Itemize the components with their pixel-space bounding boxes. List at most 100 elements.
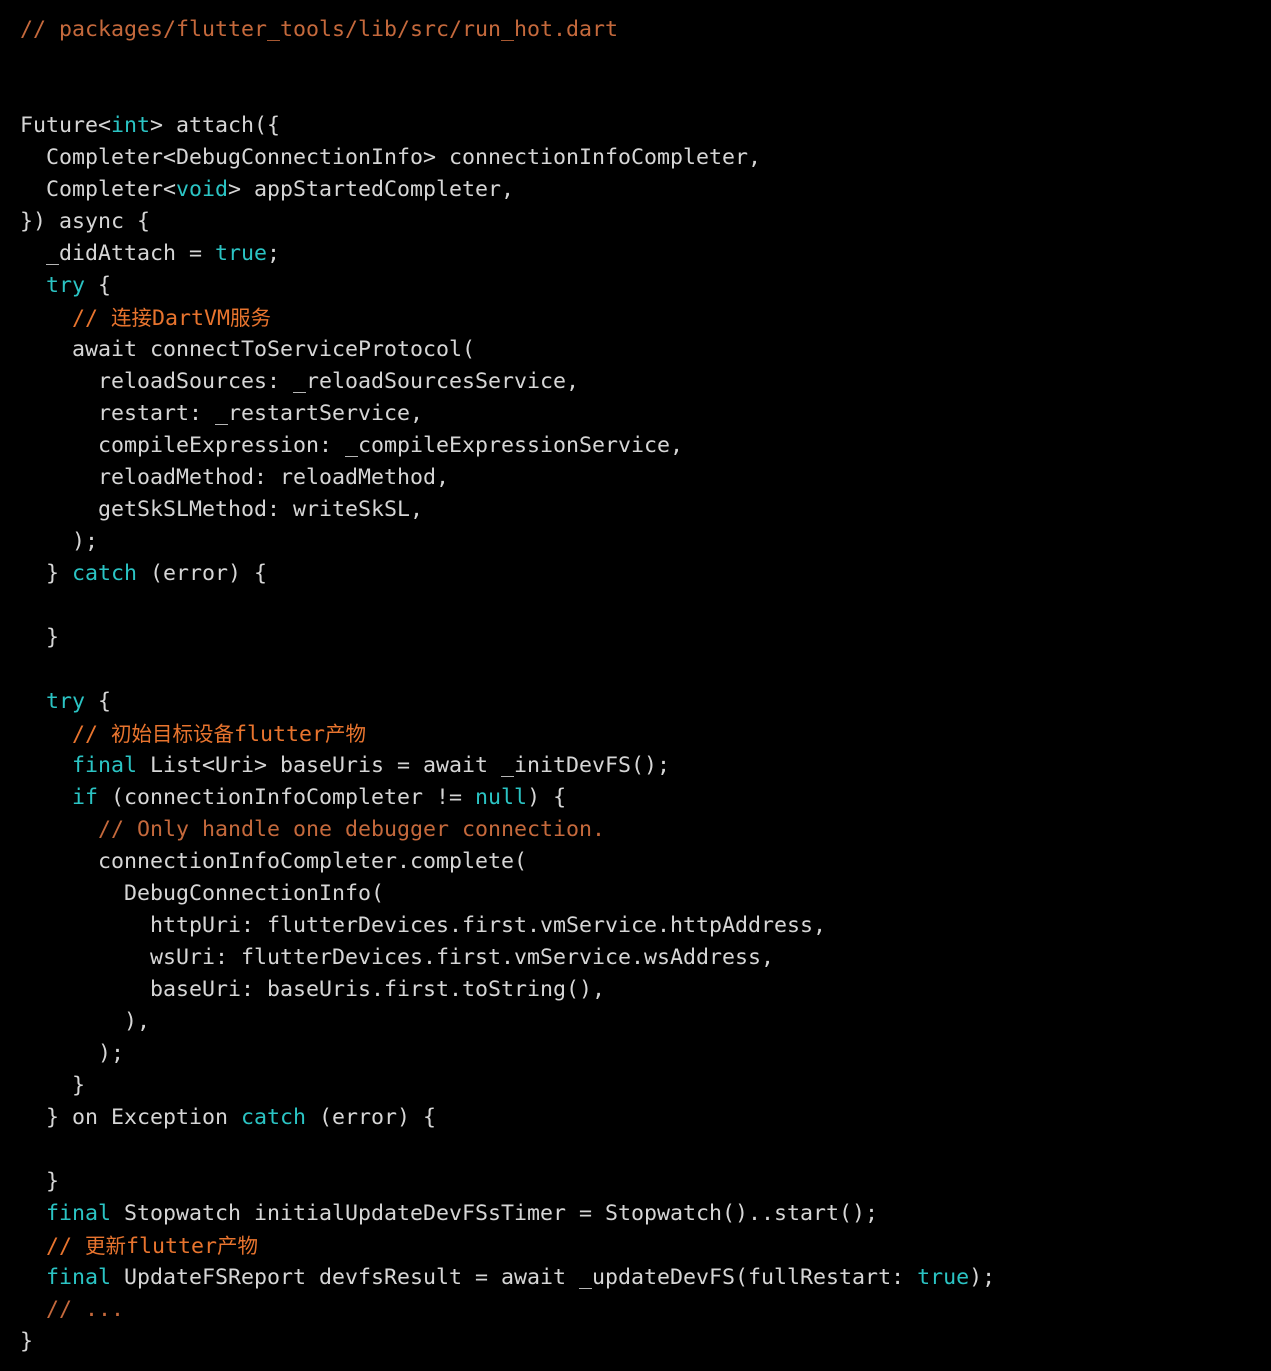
code-token: flutter <box>234 722 326 747</box>
code-line: ); <box>0 526 1271 558</box>
code-line: try { <box>0 270 1271 302</box>
code-token: UpdateFSReport devfsResult = await _upda… <box>111 1265 918 1290</box>
code-line: } on Exception catch (error) { <box>0 1102 1271 1134</box>
code-line: _didAttach = true; <box>0 238 1271 270</box>
code-token: final <box>46 1201 112 1226</box>
code-token: try <box>46 689 86 714</box>
code-token: { <box>85 689 112 714</box>
code-token: List<Uri> baseUris = await _initDevFS(); <box>137 753 671 778</box>
code-line: httpUri: flutterDevices.first.vmService.… <box>0 910 1271 942</box>
code-token: catch <box>72 561 138 586</box>
code-token: } <box>20 1169 60 1194</box>
code-token: DartVM <box>152 306 231 331</box>
code-token: // Only handle one debugger connection. <box>20 817 606 842</box>
code-line: final UpdateFSReport devfsResult = await… <box>0 1262 1271 1294</box>
code-token: null <box>475 785 528 810</box>
code-line: final Stopwatch initialUpdateDevFSsTimer… <box>0 1198 1271 1230</box>
code-token: final <box>46 1265 112 1290</box>
code-token: restart: _restartService, <box>20 401 424 426</box>
code-line: // 连接DartVM服务 <box>0 302 1271 334</box>
code-line: await connectToServiceProtocol( <box>0 334 1271 366</box>
code-token: } on Exception <box>20 1105 242 1130</box>
code-token: ) { <box>527 785 567 810</box>
code-token: reloadMethod: reloadMethod, <box>20 465 450 490</box>
code-line: ), <box>0 1006 1271 1038</box>
code-line: wsUri: flutterDevices.first.vmService.ws… <box>0 942 1271 974</box>
code-token: // <box>20 1234 86 1259</box>
code-token: await connectToServiceProtocol( <box>20 337 476 362</box>
code-line: connectionInfoCompleter.complete( <box>0 846 1271 878</box>
code-token: catch <box>241 1105 307 1130</box>
code-line: Future<int> attach({ <box>0 110 1271 142</box>
source-code-block[interactable]: // packages/flutter_tools/lib/src/run_ho… <box>0 14 1271 1358</box>
code-token: Stopwatch initialUpdateDevFSsTimer = Sto… <box>111 1201 879 1226</box>
code-token: compileExpression: _compileExpressionSer… <box>20 433 684 458</box>
code-token: 产物 <box>217 1234 259 1258</box>
code-token: > appStartedCompleter, <box>228 177 515 202</box>
code-token: > attach({ <box>150 113 281 138</box>
code-token: (error) { <box>306 1105 437 1130</box>
code-token: // <box>20 306 112 331</box>
code-token: }) async { <box>20 209 151 234</box>
code-line: // packages/flutter_tools/lib/src/run_ho… <box>0 14 1271 46</box>
code-token: if <box>72 785 99 810</box>
code-token: DebugConnectionInfo( <box>20 881 385 906</box>
code-line: if (connectionInfoCompleter != null) { <box>0 782 1271 814</box>
code-token: Completer< <box>20 177 177 202</box>
code-token: reloadSources: _reloadSourcesService, <box>20 369 580 394</box>
code-line: compileExpression: _compileExpressionSer… <box>0 430 1271 462</box>
code-line: // Only handle one debugger connection. <box>0 814 1271 846</box>
code-token: wsUri: flutterDevices.first.vmService.ws… <box>20 945 775 970</box>
code-line: } <box>0 622 1271 654</box>
code-line: reloadMethod: reloadMethod, <box>0 462 1271 494</box>
code-token: // <box>20 722 112 747</box>
code-token: _didAttach = <box>20 241 216 266</box>
code-token: try <box>46 273 86 298</box>
code-token: 更新 <box>85 1234 127 1258</box>
code-token: void <box>176 177 229 202</box>
code-line: } <box>0 1070 1271 1102</box>
code-token: ; <box>267 241 281 266</box>
code-token: } <box>20 561 73 586</box>
code-token: int <box>111 113 151 138</box>
code-token: httpUri: flutterDevices.first.vmService.… <box>20 913 827 938</box>
code-token: ); <box>20 529 99 554</box>
code-token: { <box>85 273 112 298</box>
code-line: // ... <box>0 1294 1271 1326</box>
code-token: } <box>20 1329 34 1354</box>
code-token: ); <box>20 1041 125 1066</box>
code-line: // 初始目标设备flutter产物 <box>0 718 1271 750</box>
code-line: } <box>0 1166 1271 1198</box>
code-line: }) async { <box>0 206 1271 238</box>
code-token: 服务 <box>230 306 272 330</box>
code-token: flutter <box>126 1234 218 1259</box>
code-token: 初始目标设备 <box>111 722 235 746</box>
code-token: final <box>72 753 138 778</box>
code-token: true <box>917 1265 970 1290</box>
code-viewer[interactable]: // packages/flutter_tools/lib/src/run_ho… <box>0 0 1271 1371</box>
code-line: baseUri: baseUris.first.toString(), <box>0 974 1271 1006</box>
code-token: } <box>20 1073 86 1098</box>
code-token: baseUri: baseUris.first.toString(), <box>20 977 606 1002</box>
code-token: // ... <box>20 1297 125 1322</box>
code-line: final List<Uri> baseUris = await _initDe… <box>0 750 1271 782</box>
code-line: } <box>0 1326 1271 1358</box>
code-token: 产物 <box>325 722 367 746</box>
code-token: connectionInfoCompleter.complete( <box>20 849 528 874</box>
code-line: reloadSources: _reloadSourcesService, <box>0 366 1271 398</box>
code-line: } catch (error) { <box>0 558 1271 590</box>
code-line: // 更新flutter产物 <box>0 1230 1271 1262</box>
code-token: } <box>20 625 60 650</box>
code-token: ); <box>969 1265 996 1290</box>
code-line: restart: _restartService, <box>0 398 1271 430</box>
